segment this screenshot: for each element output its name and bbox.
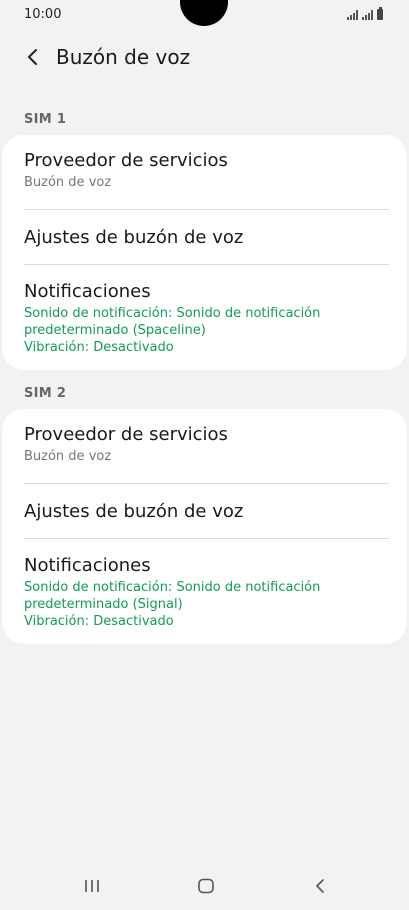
- sim1-notifications-item[interactable]: Notificaciones Sonido de notificación: S…: [2, 265, 407, 356]
- section-label-sim1: SIM 1: [24, 112, 67, 127]
- app-bar: Buzón de voz: [0, 36, 409, 80]
- home-button[interactable]: [186, 874, 226, 898]
- item-title: Notificaciones: [24, 281, 151, 302]
- section-label-sim2: SIM 2: [24, 386, 67, 401]
- nav-back-icon: [316, 879, 324, 893]
- card-sim1: Proveedor de servicios Buzón de voz Ajus…: [2, 135, 407, 370]
- back-button[interactable]: [18, 42, 48, 72]
- home-icon: [198, 878, 214, 894]
- item-title: Notificaciones: [24, 555, 151, 576]
- item-title: Proveedor de servicios: [24, 150, 228, 171]
- nav-back-button[interactable]: [300, 874, 340, 898]
- chevron-left-icon: [28, 49, 37, 65]
- sim2-voicemail-settings-item[interactable]: Ajustes de buzón de voz: [2, 484, 407, 538]
- sim2-service-provider-item[interactable]: Proveedor de servicios Buzón de voz: [2, 409, 407, 483]
- signal-sim1-icon: [347, 10, 358, 20]
- status-icons: [347, 7, 383, 20]
- sim1-service-provider-item[interactable]: Proveedor de servicios Buzón de voz: [2, 135, 407, 209]
- camera-notch: [180, 0, 228, 26]
- page-title: Buzón de voz: [56, 45, 191, 69]
- notification-sound-line-2: predeterminado (Spaceline): [24, 323, 206, 338]
- notification-sound-line: Sonido de notificación: Sonido de notifi…: [24, 580, 321, 595]
- vibration-line: Vibración: Desactivado: [24, 340, 174, 355]
- notification-sound-line-2: predeterminado (Signal): [24, 597, 183, 612]
- item-subtitle: Buzón de voz: [24, 175, 112, 190]
- vibration-line: Vibración: Desactivado: [24, 614, 174, 629]
- screen: 10:00 Buzón de voz SIM 1 Proveedor de se…: [0, 0, 409, 910]
- item-title: Ajustes de buzón de voz: [24, 501, 244, 522]
- recents-button[interactable]: [72, 874, 112, 898]
- item-title: Proveedor de servicios: [24, 424, 228, 445]
- item-subtitle: Buzón de voz: [24, 449, 112, 464]
- recents-icon: [85, 880, 99, 892]
- signal-sim2-icon: [362, 10, 373, 20]
- item-title: Ajustes de buzón de voz: [24, 227, 244, 248]
- notification-sound-line: Sonido de notificación: Sonido de notifi…: [24, 306, 321, 321]
- status-time: 10:00: [24, 7, 62, 22]
- sim1-voicemail-settings-item[interactable]: Ajustes de buzón de voz: [2, 210, 407, 264]
- status-bar: 10:00: [0, 0, 409, 30]
- battery-icon: [377, 7, 383, 20]
- card-sim2: Proveedor de servicios Buzón de voz Ajus…: [2, 409, 407, 644]
- sim2-notifications-item[interactable]: Notificaciones Sonido de notificación: S…: [2, 539, 407, 630]
- navigation-bar: [0, 862, 409, 910]
